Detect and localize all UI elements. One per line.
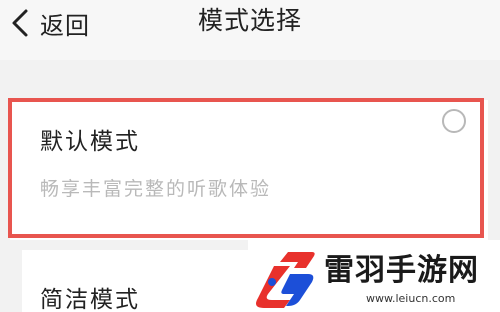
radio-button[interactable] — [442, 109, 466, 133]
option-title: 默认模式 — [40, 129, 140, 155]
site-logo-icon — [256, 252, 315, 308]
option-default-mode[interactable]: 默认模式 畅享丰富完整的听歌体验 — [10, 100, 488, 240]
option-description: 畅享丰富完整的听歌体验 — [40, 178, 272, 200]
watermark-name: 雷羽手游网 — [324, 253, 479, 288]
watermark-url: www.leiucn.com — [366, 292, 456, 305]
top-nav-bar: 返回 模式选择 — [0, 0, 500, 60]
page-title: 模式选择 — [197, 6, 302, 35]
site-watermark: 雷羽手游网 www.leiucn.com — [248, 240, 500, 312]
option-title: 简洁模式 — [40, 287, 140, 312]
mode-selection-screen: 返回 模式选择 默认模式 畅享丰富完整的听歌体验 简洁模式 雷羽手游网 www.… — [0, 0, 500, 312]
